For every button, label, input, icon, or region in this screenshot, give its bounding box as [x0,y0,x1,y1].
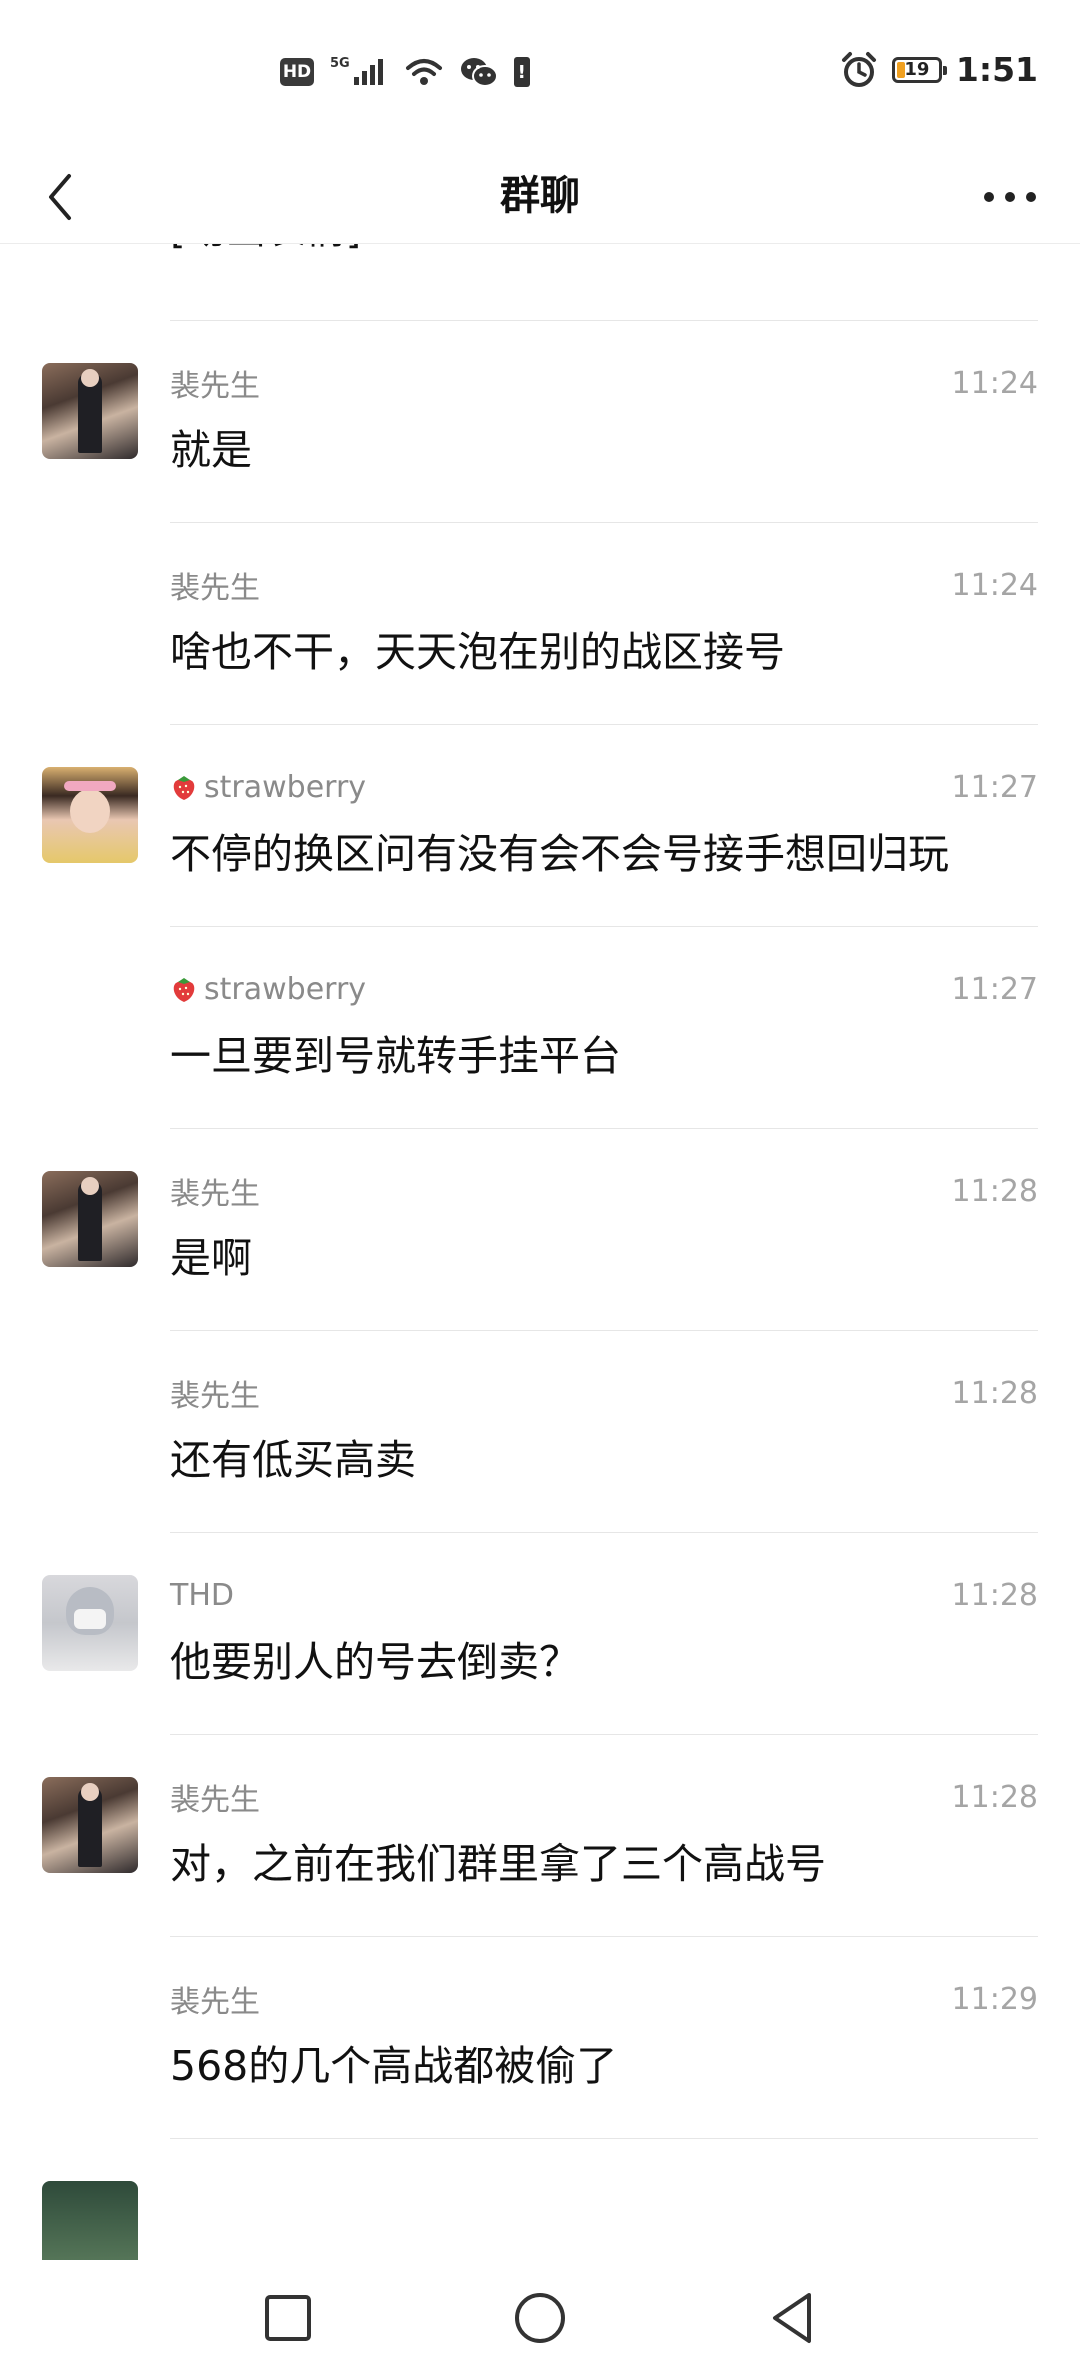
circle-icon [515,2293,565,2343]
message-time: 11:27 [951,971,1038,1007]
sender-name-text: 裴先生 [170,1379,260,1414]
message-item[interactable]: 裴先生 11:28 是啊 [0,1129,1080,1331]
avatar[interactable] [42,1575,138,1671]
nav-back-button[interactable] [756,2282,828,2354]
message-meta: THD 11:28 [170,1575,1038,1615]
message-meta: 裴先生 11:24 [170,563,1038,607]
message-meta [170,2181,1038,2221]
sender-name: 裴先生 [170,563,260,607]
message-time: 11:24 [951,567,1038,603]
avatar[interactable] [42,767,138,863]
sender-name-text: THD [170,1577,234,1613]
message-meta: 裴先生 11:28 [170,1775,1038,1819]
message-meta: strawberry 11:27 [170,969,1038,1009]
wechat-icon [460,58,498,87]
message-time: 11:28 [951,1779,1038,1815]
message-item[interactable] [0,2139,1080,2260]
message-time: 11:28 [951,1173,1038,1209]
message-text: 对，之前在我们群里拿了三个高战号 [170,1840,826,1888]
battery-level: 19 [904,58,930,80]
wifi-icon [405,59,442,85]
message-item[interactable]: THD 11:28 他要别人的号去倒卖？ [0,1533,1080,1735]
square-icon [265,2295,311,2341]
message-text: 啥也不干，天天泡在别的战区接号 [170,628,785,676]
message-time: 11:28 [951,1375,1038,1411]
strawberry-icon [170,974,198,1004]
back-arrow-icon [49,174,71,220]
message-text: 是啊 [170,1234,252,1282]
alarm-clock-icon [841,51,876,87]
message-list-viewport[interactable]: [动画表情] 裴先生11:24就是裴先生11:24啥也不干，天天泡在别的战区接号… [0,243,1080,2260]
message-item[interactable]: 裴先生 11:24 啥也不干，天天泡在别的战区接号 [0,523,1080,725]
sender-name-text: 裴先生 [170,1177,260,1212]
message-time: 11:28 [951,1577,1038,1613]
message-item[interactable]: 裴先生 11:29 568的几个高战都被偷了 [0,1937,1080,2139]
sender-name: 裴先生 [170,1775,260,1819]
sender-name: THD [170,1578,234,1613]
sender-name-text: 裴先生 [170,1783,260,1818]
avatar[interactable] [42,2181,138,2260]
avatar[interactable] [42,1171,138,1267]
avatar[interactable] [42,363,138,459]
message-text: 就是 [170,426,252,474]
message-item[interactable]: 裴先生 11:28 对，之前在我们群里拿了三个高战号 [0,1735,1080,1937]
message-meta: 裴先生 11:29 [170,1977,1038,2021]
message-text: 一旦要到号就转手挂平台 [170,1032,621,1080]
message-list: 裴先生 11:24 就是 裴先生 11:24 啥也不干，天天泡在别的战区接号 strawbe… [0,321,1080,2260]
message-text: 还有低买高卖 [170,1436,416,1484]
status-bar: HD 5G ! 19 1:51 [0,0,1080,150]
signal-bars-icon [353,59,383,85]
page-title: 群聊 [500,173,580,219]
more-dots-icon [984,192,1036,202]
sender-name-text: strawberry [204,971,367,1007]
more-button[interactable] [970,162,1050,232]
sender-name-text: 裴先生 [170,571,260,606]
partial-message-text: [动画表情] [170,243,361,255]
message-meta: 裴先生 11:28 [170,1169,1038,1213]
sender-name: strawberry [170,770,366,805]
message-text: 他要别人的号去倒卖？ [170,1638,580,1686]
avatar[interactable] [42,1777,138,1873]
message-time: 11:29 [951,1981,1038,2017]
sender-name-text: 裴先生 [170,1985,260,2020]
strawberry-icon [170,772,198,802]
sender-name-text: 裴先生 [170,369,260,404]
message-text [170,2235,1038,2260]
message-meta: strawberry 11:27 [170,767,1038,807]
message-meta: 裴先生 11:28 [170,1371,1038,1415]
message-text: 568的几个高战都被偷了 [170,2042,618,2090]
message-item[interactable]: strawberry 11:27 一旦要到号就转手挂平台 [0,927,1080,1129]
message-item[interactable]: 裴先生 11:24 就是 [0,321,1080,523]
hd-badge: HD [280,58,314,86]
message-text: 不停的换区问有没有会不会号接手想回归玩 [170,830,949,878]
sender-name-text: strawberry [204,769,367,805]
battery-icon: 19 [891,56,947,83]
back-button[interactable] [30,162,90,232]
recents-button[interactable] [252,2282,324,2354]
status-time: 1:51 [955,50,1038,89]
sender-name: strawberry [170,972,366,1007]
status-icons-left: HD 5G ! [280,56,530,88]
message-time: 11:24 [951,365,1038,401]
cellular-signal-icon: 5G [330,57,388,87]
system-navigation-bar [0,2260,1080,2376]
sender-name: 裴先生 [170,1977,260,2021]
battery-alert-icon: ! [513,57,530,87]
message-item[interactable]: 裴先生 11:28 还有低买高卖 [0,1331,1080,1533]
network-type-label: 5G [330,56,350,71]
message-meta: 裴先生 11:24 [170,361,1038,405]
status-icons-right: 19 1:51 [840,50,1038,89]
sender-name: 裴先生 [170,1169,260,1213]
message-item[interactable]: strawberry 11:27 不停的换区问有没有会不会号接手想回归玩 [0,725,1080,927]
chat-header: 群聊 [0,150,1080,244]
triangle-back-icon [773,2293,811,2343]
sender-name: 裴先生 [170,1371,260,1415]
message-time: 11:27 [951,769,1038,805]
home-button[interactable] [504,2282,576,2354]
sender-name: 裴先生 [170,361,260,405]
